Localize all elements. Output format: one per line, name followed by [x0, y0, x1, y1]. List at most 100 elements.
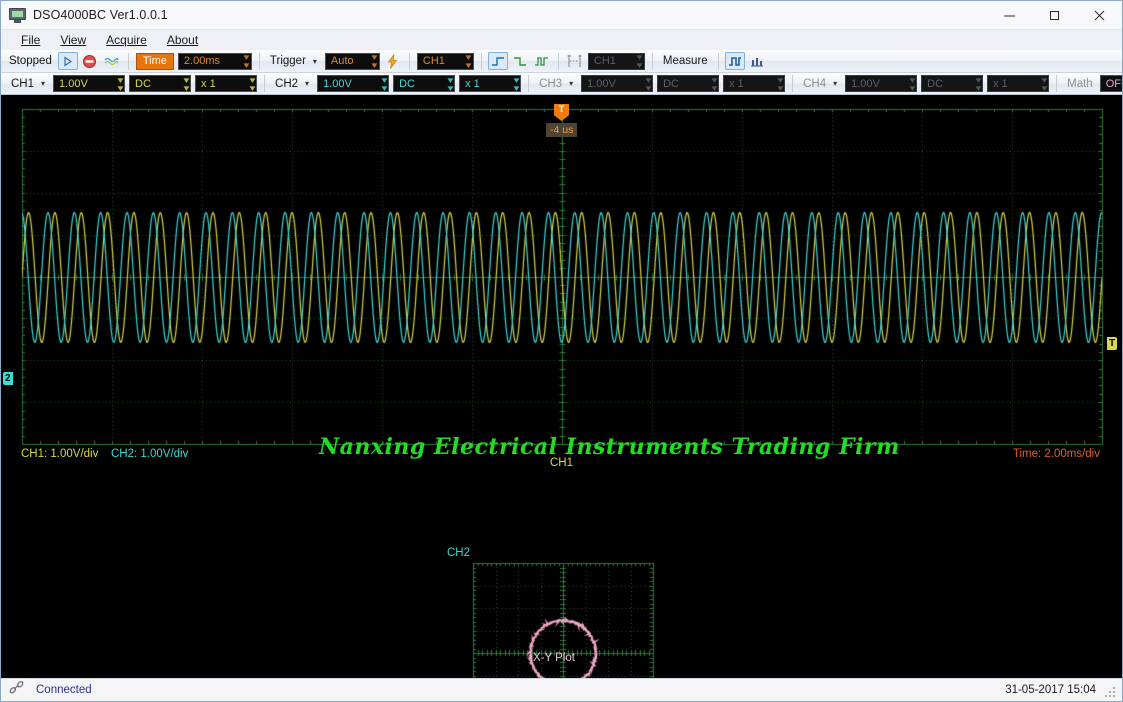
ch1-menu-caret-icon[interactable]: ▾: [39, 79, 49, 88]
ch2-probe-value: x 1: [465, 78, 480, 90]
application-window: DSO4000BC Ver1.0.0.1 File View Acquire A…: [0, 0, 1123, 702]
chevron-down-icon: ▾ ▾: [372, 53, 377, 69]
edge-both-icon[interactable]: [532, 52, 552, 70]
xy-plot-caption: X-Y Plot: [533, 652, 575, 664]
ch4-volts-value: 1.00V: [851, 78, 880, 90]
oscilloscope-icon: [9, 8, 26, 23]
waveform-canvas[interactable]: [1, 95, 1122, 455]
ch3-menu-caret-icon[interactable]: ▾: [567, 79, 577, 88]
ch2-coupling-value: DC: [399, 78, 415, 90]
ch4-label: CH4: [798, 78, 831, 90]
chevron-down-icon: ▾ ▾: [183, 76, 188, 92]
ch4-coupling-combo[interactable]: DC ▾ ▾: [921, 75, 983, 92]
trigger-mode-combo[interactable]: Auto ▾ ▾: [325, 53, 380, 70]
ch2-marker-label: 2: [5, 373, 11, 384]
connection-status: Connected: [36, 684, 92, 696]
chevron-down-icon: ▾ ▾: [637, 53, 642, 69]
title-bar: DSO4000BC Ver1.0.0.1: [1, 1, 1122, 30]
menu-item-file[interactable]: File: [11, 32, 50, 48]
ch4-volts-combo[interactable]: 1.00V ▾ ▾: [845, 75, 917, 92]
ch4-coupling-value: DC: [927, 78, 943, 90]
watermark-text: Nanxing Electrical Instruments Trading F…: [319, 434, 900, 460]
close-button[interactable]: [1077, 1, 1122, 30]
timebase-combo[interactable]: 2.00ms ▾ ▾: [178, 53, 252, 70]
ch1-probe-combo[interactable]: x 1 ▾ ▾: [195, 75, 257, 92]
ch1-label: CH1: [1, 78, 39, 90]
ch3-volts-combo[interactable]: 1.00V ▾ ▾: [581, 75, 653, 92]
trigger-source-value: CH1: [423, 55, 445, 67]
ch4-probe-combo[interactable]: x 1 ▾ ▾: [987, 75, 1049, 92]
ch2-label: CH2: [270, 78, 303, 90]
ch2-ground-marker[interactable]: 2: [3, 372, 13, 385]
wave-autoset-icon[interactable]: [102, 52, 122, 70]
chevron-down-icon: ▾ ▾: [447, 76, 452, 92]
trigger-label: Trigger: [265, 55, 311, 67]
time-scale-label: Time: 2.00ms/div: [1013, 448, 1100, 460]
stop-icon[interactable]: [80, 52, 100, 70]
time-button[interactable]: Time: [136, 53, 174, 70]
xy-x-axis-label: CH1: [550, 457, 573, 469]
chevron-down-icon: ▾ ▾: [466, 53, 471, 69]
trigger-flag-letter: T: [559, 104, 565, 115]
ch3-coupling-combo[interactable]: DC ▾ ▾: [657, 75, 719, 92]
ch1-probe-value: x 1: [201, 78, 216, 90]
chevron-down-icon: ▾ ▾: [381, 76, 386, 92]
measure-table-icon[interactable]: [747, 52, 767, 70]
chevron-down-icon: ▾ ▾: [513, 76, 518, 92]
ch2-coupling-combo[interactable]: DC ▾ ▾: [393, 75, 455, 92]
maximize-button[interactable]: [1032, 1, 1077, 30]
scope-screen[interactable]: T -4 us 2 T Nanxing Electrical Instrumen…: [1, 95, 1122, 678]
trigger-source-combo[interactable]: CH1 ▾ ▾: [417, 53, 474, 70]
menu-item-acquire[interactable]: Acquire: [96, 32, 157, 48]
math-label: Math: [1062, 78, 1098, 90]
ch2-volts-combo[interactable]: 1.00V ▾ ▾: [317, 75, 389, 92]
window-title: DSO4000BC Ver1.0.0.1: [33, 8, 168, 22]
ch1-coupling-combo[interactable]: DC ▾ ▾: [129, 75, 191, 92]
ch3-label: CH3: [534, 78, 567, 90]
chevron-down-icon: ▾ ▾: [1041, 76, 1046, 92]
chevron-down-icon: ▾ ▾: [249, 76, 254, 92]
datetime-label: 31-05-2017 15:04: [1005, 684, 1096, 696]
ch2-volts-value: 1.00V: [323, 78, 352, 90]
play-icon[interactable]: [58, 52, 78, 70]
resize-grip[interactable]: [1105, 685, 1116, 696]
ch1-scale-label: CH1: 1.00V/div: [21, 448, 98, 460]
menu-item-file-label: File: [21, 33, 40, 47]
trigger-menu-caret-icon[interactable]: ▾: [311, 57, 321, 66]
menu-item-about[interactable]: About: [157, 32, 208, 48]
chevron-down-icon: ▾ ▾: [645, 76, 650, 92]
minimize-button[interactable]: [987, 1, 1032, 30]
ch3-probe-combo[interactable]: x 1 ▾ ▾: [723, 75, 785, 92]
math-value: OFF: [1106, 78, 1123, 90]
ch2-menu-caret-icon[interactable]: ▾: [303, 79, 313, 88]
link-icon: [9, 681, 24, 699]
timebase-value: 2.00ms: [184, 55, 220, 67]
cursor-crosshair-icon[interactable]: [565, 52, 585, 70]
lightning-icon[interactable]: [383, 52, 403, 70]
ch4-menu-caret-icon[interactable]: ▾: [831, 79, 841, 88]
main-toolbar: Stopped Time 2.00ms ▾ ▾ Trigger ▾ Auto ▾ ▾: [1, 50, 1122, 73]
ch4-probe-value: x 1: [993, 78, 1008, 90]
chevron-down-icon: ▾ ▾: [777, 76, 782, 92]
window-controls: [987, 1, 1122, 30]
menu-item-view[interactable]: View: [50, 32, 96, 48]
status-bar: Connected 31-05-2017 15:04: [1, 678, 1122, 701]
trigger-mode-value: Auto: [331, 55, 354, 67]
edge-falling-icon[interactable]: [510, 52, 530, 70]
menu-item-acquire-label: Acquire: [106, 33, 147, 47]
cursor-source-value: CH1: [594, 55, 616, 67]
menu-item-about-label: About: [167, 33, 198, 47]
math-combo[interactable]: OFF ▾▾: [1100, 75, 1123, 92]
trigger-level-marker[interactable]: T: [1107, 337, 1117, 350]
measure-pulse-icon[interactable]: [725, 52, 745, 70]
ch1-volts-combo[interactable]: 1.00V ▾ ▾: [53, 75, 125, 92]
cursor-source-combo[interactable]: CH1 ▾ ▾: [588, 53, 645, 70]
trigger-position-label: -4 us: [546, 123, 577, 137]
run-state-label: Stopped: [1, 55, 57, 67]
ch2-probe-combo[interactable]: x 1 ▾ ▾: [459, 75, 521, 92]
chevron-down-icon: ▾ ▾: [711, 76, 716, 92]
channel-toolbar: CH1 ▾ 1.00V ▾ ▾ DC ▾ ▾ x 1 ▾ ▾ CH2 ▾ 1.00V …: [1, 73, 1122, 95]
chevron-down-icon: ▾ ▾: [909, 76, 914, 92]
edge-rising-icon[interactable]: [488, 52, 508, 70]
trigger-level-marker-label: T: [1109, 338, 1115, 349]
